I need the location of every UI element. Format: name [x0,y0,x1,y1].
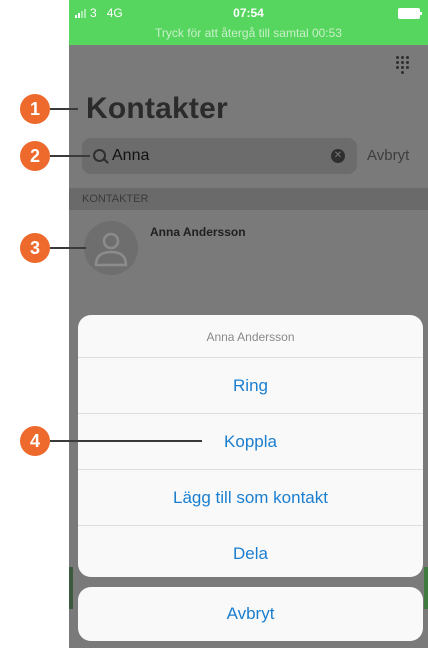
action-sheet-cancel-button[interactable]: Avbryt [78,587,423,641]
battery-icon [398,8,422,19]
contacts-section-header: KONTAKTER [69,188,428,210]
action-sheet: Anna Andersson Ring Koppla Lägg till som… [78,315,423,577]
transfer-action-button[interactable]: Koppla [78,414,423,470]
avatar[interactable] [84,221,138,275]
callout-1-line [50,108,78,110]
phone-screen: 3 4G 07:54 Tryck för att återgå till sam… [69,0,428,648]
call-status-banner[interactable]: 3 4G 07:54 Tryck för att återgå till sam… [69,0,428,45]
contact-name[interactable]: Anna Andersson [150,225,246,239]
callout-1: 1 [20,94,50,124]
page-title: Kontakter [86,92,228,125]
dialpad-icon[interactable] [396,56,410,74]
share-action-button[interactable]: Dela [78,526,423,577]
callout-3-line [50,247,86,249]
status-time: 07:54 [233,6,264,20]
callout-4-line [50,440,202,442]
call-action-button[interactable]: Ring [78,358,423,414]
callout-3: 3 [20,233,50,263]
action-sheet-title: Anna Andersson [78,315,423,358]
edge-strip-right [424,567,428,609]
search-input[interactable] [112,145,332,167]
search-bar[interactable]: ✕ [82,138,357,174]
callout-2-line [50,155,90,157]
callout-2: 2 [20,141,50,171]
search-cancel-button[interactable]: Avbryt [367,147,409,164]
person-placeholder-icon [94,232,128,267]
search-icon [93,149,106,162]
clear-search-icon[interactable]: ✕ [331,149,345,163]
edge-strip-left [69,567,73,609]
callout-4: 4 [20,426,50,456]
add-contact-action-button[interactable]: Lägg till som kontakt [78,470,423,526]
return-to-call-text[interactable]: Tryck för att återgå till samtal 00:53 [69,26,428,40]
